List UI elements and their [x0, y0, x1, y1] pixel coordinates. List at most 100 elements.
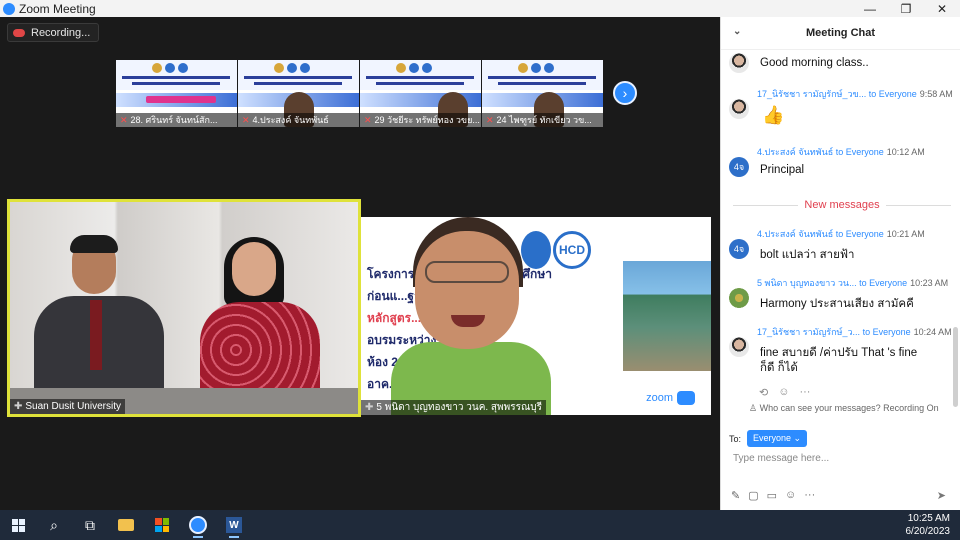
participant-name: ✚ Suan Dusit University — [10, 399, 125, 414]
participant-woman — [391, 217, 551, 415]
store-button[interactable] — [144, 510, 180, 540]
window-titlebar: Zoom Meeting — ❐ ✕ — [0, 0, 960, 17]
chat-scrollbar[interactable] — [953, 327, 958, 407]
zoom-app-icon — [3, 2, 15, 15]
chat-header: ⌄ Meeting Chat — [721, 17, 960, 50]
chevron-down-icon[interactable]: ⌄ — [733, 26, 741, 37]
restore-button[interactable]: ❐ — [888, 0, 924, 17]
recording-icon — [13, 28, 25, 37]
seal-icon — [287, 63, 297, 73]
chat-input[interactable]: Type message here... — [733, 453, 829, 464]
slide-logos — [152, 63, 188, 73]
recipient-dropdown[interactable]: Everyone ⌄ — [747, 430, 808, 447]
start-button[interactable] — [0, 510, 36, 540]
divider-line — [733, 204, 799, 206]
active-speaker-tile[interactable]: ✚ Suan Dusit University — [7, 199, 361, 417]
message-actions: ⟲ ☺ ··· — [759, 386, 810, 399]
message-text: ก็ดี ก็ได้ — [760, 362, 798, 374]
file-icon[interactable]: ▭ — [767, 489, 777, 502]
store-icon — [155, 518, 169, 532]
avatar: 4จ — [729, 239, 749, 259]
pin-icon: ✚ — [14, 401, 23, 412]
message-text: bolt แปลว่า สายฟ้า — [760, 249, 855, 261]
zoom-watermark: zoom — [646, 391, 695, 405]
avatar — [729, 337, 749, 357]
chat-toolbar: ✎ ▢ ▭ ☺ ··· — [731, 489, 815, 502]
next-page-arrow[interactable]: › — [613, 81, 637, 105]
search-button[interactable]: ⌕ — [36, 510, 72, 540]
recording-label: Recording... — [31, 26, 91, 39]
slide-line — [254, 82, 342, 85]
emoji-react-icon[interactable]: ☺ — [778, 386, 789, 399]
windows-icon — [11, 518, 25, 532]
video-area: Recording... ✕ 28. ศรินทร์ จันทน์สัก... ✕… — [0, 17, 720, 510]
meeting-chat-panel: ⌄ Meeting Chat Good morning class.. 17_น… — [720, 17, 960, 510]
avatar — [729, 99, 749, 119]
seal-icon — [396, 63, 406, 73]
privacy-notice[interactable]: ♙ Who can see your messages? Recording O… — [749, 403, 939, 414]
reply-icon[interactable]: ⟲ — [759, 386, 768, 399]
divider-line — [885, 204, 952, 206]
avatar — [729, 288, 749, 308]
slide-line — [366, 76, 474, 79]
message-sender: 5 พนิดา บุญทองขาว วน... to Everyone 10:23… — [757, 278, 949, 288]
emoji-icon[interactable]: ☺ — [785, 489, 796, 502]
slide-logos — [274, 63, 310, 73]
message-sender: 17_นิรัชชา รามัญรักษ์_ว... to Everyone 10… — [757, 327, 952, 337]
zoom-taskbar-button[interactable] — [180, 510, 216, 540]
participant-video-tile[interactable]: โครงการ...ละบุคลากรทางการศึกษา ก่อนแ...ฐ… — [361, 217, 711, 415]
task-view-button[interactable]: ⧉ — [72, 510, 108, 540]
message-text: Harmony ประสานเสียง สามัคคี — [760, 298, 914, 310]
participant-thumbnail[interactable]: ✕ 4.ประสงค์ จันทพันธ์ — [238, 60, 359, 127]
participant-name: ✚ 5 พนิดา บุญทองขาว วนค. สุพพรรณบุรี — [361, 400, 546, 415]
thumbs-up-icon: 👍 — [762, 105, 785, 125]
close-button[interactable]: ✕ — [924, 0, 960, 17]
seal-icon — [274, 63, 284, 73]
slide-line — [132, 82, 220, 85]
windows-taskbar: ⌕ ⧉ W 10:25 AM 6/20/2023 — [0, 510, 960, 540]
system-clock[interactable]: 10:25 AM 6/20/2023 — [906, 512, 951, 538]
avatar — [729, 53, 749, 73]
seal-icon — [518, 63, 528, 73]
tie — [90, 300, 102, 370]
recording-badge[interactable]: Recording... — [7, 23, 99, 42]
message-sender: 4.ประสงค์ จันทพันธ์ to Everyone 10:12 AM — [757, 147, 925, 157]
hcd-logo: HCD — [553, 231, 591, 269]
participant-thumbnail[interactable]: ✕ 24 ไพฑูรย์ ทักเขียว วข... — [482, 60, 603, 127]
pin-icon: ✚ — [365, 402, 374, 413]
screenshot-icon[interactable]: ▢ — [748, 489, 758, 502]
zoom-icon — [189, 516, 207, 534]
message-sender: 4.ประสงค์ จันทพันธ์ to Everyone 10:21 AM — [757, 229, 925, 239]
file-explorer-button[interactable] — [108, 510, 144, 540]
glasses — [425, 261, 509, 283]
minimize-button[interactable]: — — [852, 0, 888, 17]
seal-icon — [422, 63, 432, 73]
seal-icon — [531, 63, 541, 73]
search-icon: ⌕ — [50, 516, 58, 533]
message-text: Good morning class.. — [760, 57, 869, 69]
seal-icon — [300, 63, 310, 73]
face — [415, 231, 519, 349]
word-taskbar-button[interactable]: W — [216, 510, 252, 540]
slide-line — [376, 82, 464, 85]
task-view-icon: ⧉ — [85, 516, 95, 533]
word-icon: W — [226, 517, 242, 533]
clock-time: 10:25 AM — [907, 513, 950, 524]
more-icon[interactable]: ··· — [799, 386, 810, 399]
format-icon[interactable]: ✎ — [731, 489, 740, 502]
clock-date: 6/20/2023 — [905, 526, 951, 537]
more-icon[interactable]: ··· — [804, 489, 815, 502]
participant-thumbnail[interactable]: ✕ 28. ศรินทร์ จันทน์สัก... — [116, 60, 237, 127]
seal-icon — [409, 63, 419, 73]
to-label: To: — [729, 433, 742, 444]
folder-icon — [118, 519, 134, 531]
participant-thumbnail[interactable]: ✕ 29 วัชยีระ ทรัพย์ทอง วขย... — [360, 60, 481, 127]
send-icon[interactable]: ➤ — [937, 489, 946, 502]
avatar: 4จ — [729, 157, 749, 177]
participant-name: ✕ 24 ไพฑูรย์ ทักเขียว วข... — [482, 113, 603, 127]
seal-icon — [165, 63, 175, 73]
new-messages-divider: New messages — [733, 198, 952, 212]
message-text: Principal — [760, 164, 805, 176]
seal-icon — [152, 63, 162, 73]
mic-muted-icon: ✕ — [486, 115, 494, 125]
